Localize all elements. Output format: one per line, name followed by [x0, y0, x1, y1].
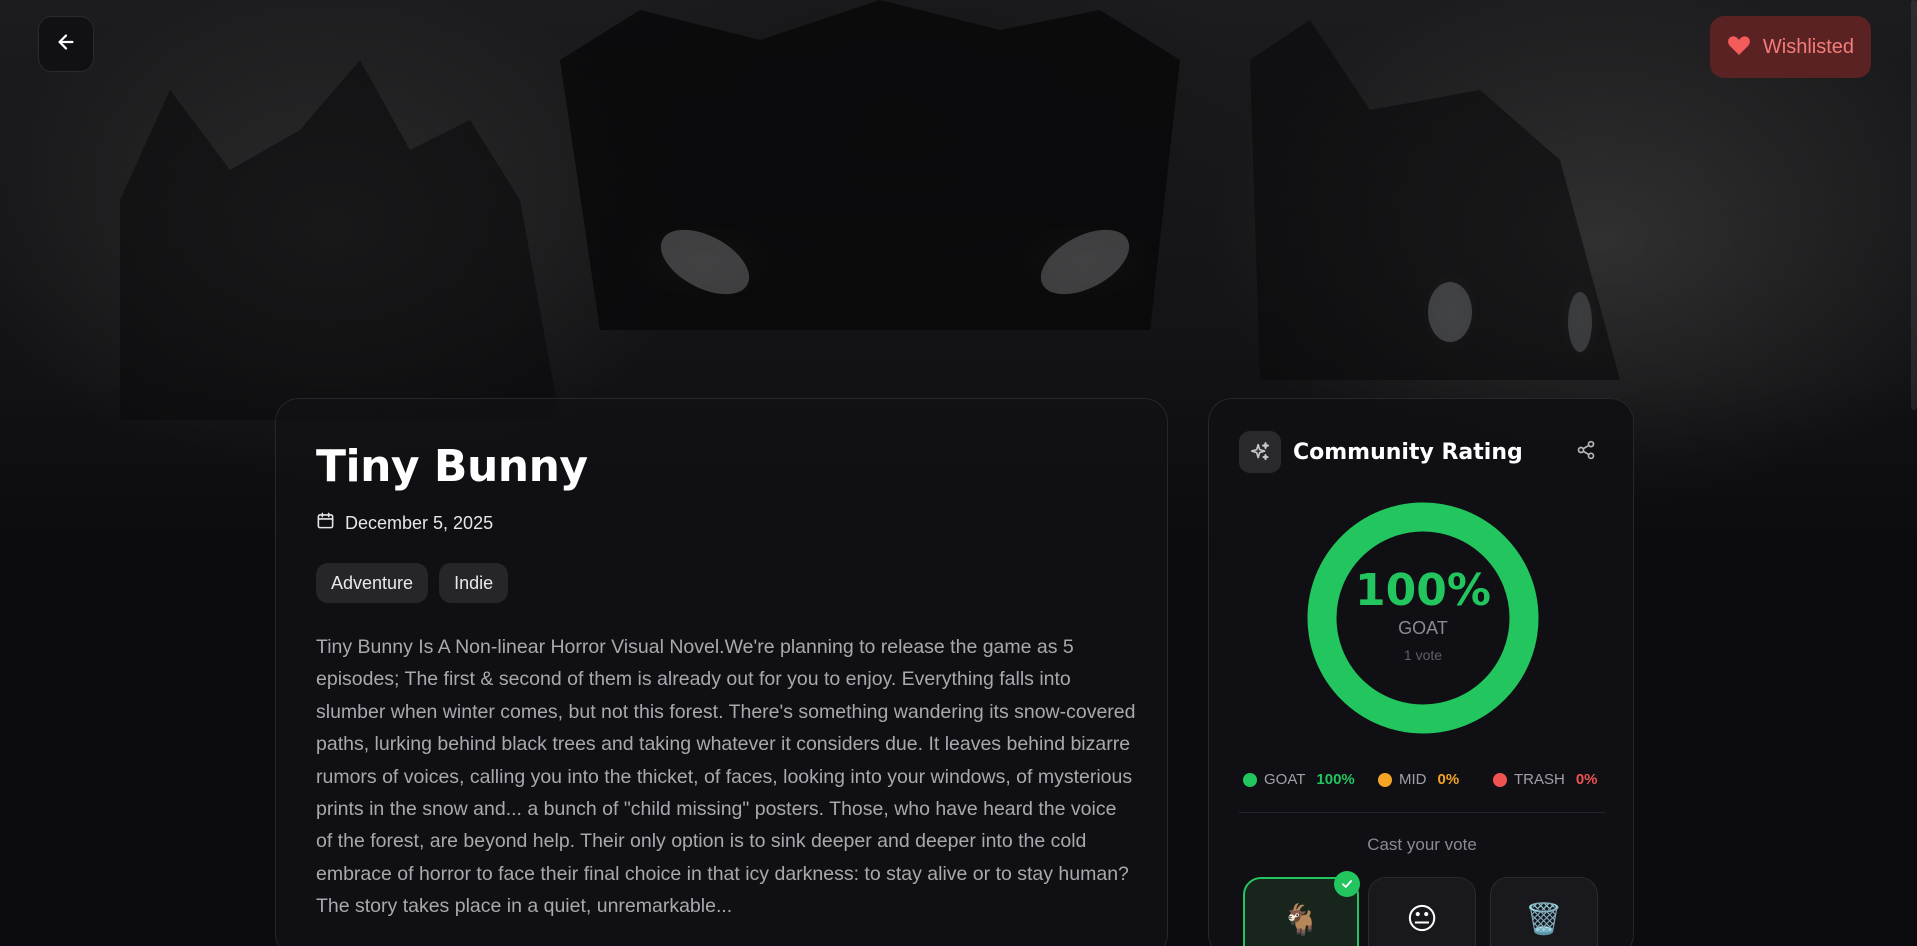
wishlist-button[interactable]: Wishlisted: [1710, 16, 1871, 78]
game-description: Tiny Bunny Is A Non-linear Horror Visual…: [316, 636, 1136, 918]
rating-header: Community Rating: [1239, 431, 1523, 473]
genre-tags: Adventure Indie: [316, 563, 1127, 603]
release-date-row: December 5, 2025: [316, 511, 1127, 535]
tag-indie[interactable]: Indie: [439, 563, 509, 603]
legend-goat-label: GOAT: [1264, 771, 1306, 788]
vote-goat-button[interactable]: 🐐: [1243, 871, 1360, 946]
rating-legend: GOAT 100% MID 0% TRASH 0%: [1243, 771, 1603, 788]
vote-trash-button[interactable]: 🗑️: [1490, 877, 1598, 946]
game-title: Tiny Bunny: [316, 441, 588, 492]
heart-icon: [1727, 34, 1751, 60]
legend-mid-dot: [1378, 772, 1392, 787]
game-detail-page: Wishlisted Tiny Bunny December 5, 2025 A…: [0, 0, 1917, 946]
check-icon: [1334, 871, 1360, 897]
legend-mid: MID 0%: [1378, 771, 1493, 788]
legend-mid-value: 0%: [1437, 771, 1460, 788]
cast-vote-label: Cast your vote: [1367, 835, 1477, 854]
tag-adventure[interactable]: Adventure: [316, 563, 429, 603]
release-date: December 5, 2025: [345, 512, 494, 533]
legend-mid-label: MID: [1399, 771, 1427, 788]
legend-goat-dot: [1243, 772, 1257, 787]
legend-trash: TRASH 0%: [1493, 771, 1598, 788]
goat-emoji-icon: 🐐: [1282, 903, 1320, 938]
legend-trash-label: TRASH: [1514, 771, 1565, 788]
back-button[interactable]: [38, 16, 94, 72]
legend-goat: GOAT 100%: [1243, 771, 1378, 788]
back-arrow-icon: [55, 31, 77, 57]
legend-divider: [1239, 812, 1605, 813]
share-icon: [1576, 440, 1596, 464]
neutral-face-emoji-icon: 😐: [1406, 902, 1438, 937]
share-button[interactable]: [1571, 437, 1601, 467]
wishlist-label: Wishlisted: [1762, 35, 1855, 58]
rating-label: GOAT: [1398, 617, 1448, 638]
donut-center: 100% GOAT 1 vote: [1307, 502, 1539, 734]
community-rating-card: Community Rating 100% GOAT 1 vote GOAT 1: [1208, 398, 1634, 946]
wastebasket-emoji-icon: 🗑️: [1525, 902, 1563, 937]
sparkle-icon: [1239, 431, 1281, 473]
legend-goat-value: 100%: [1316, 771, 1355, 788]
legend-trash-value: 0%: [1575, 771, 1598, 788]
vote-mid-button[interactable]: 😐: [1368, 877, 1476, 946]
rating-percent: 100%: [1355, 564, 1491, 616]
legend-trash-dot: [1493, 772, 1507, 787]
rating-title: Community Rating: [1293, 439, 1523, 465]
vote-count: 1 vote: [1403, 646, 1443, 663]
calendar-icon: [316, 511, 335, 535]
game-info-card: Tiny Bunny December 5, 2025 Adventure In…: [275, 398, 1168, 946]
page-scrollbar[interactable]: [1911, 0, 1917, 410]
